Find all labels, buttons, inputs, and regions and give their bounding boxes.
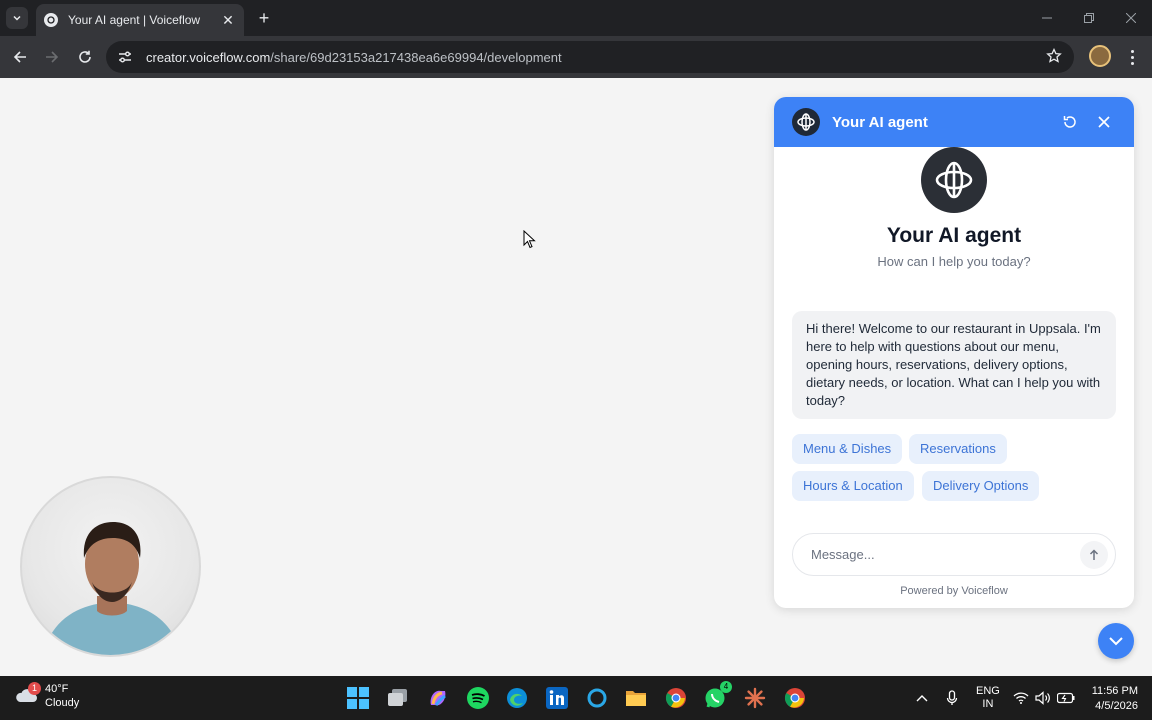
send-button[interactable] — [1080, 540, 1108, 569]
minimize-icon — [1042, 17, 1052, 19]
agent-logo-icon — [935, 161, 973, 199]
agent-name: Your AI agent — [886, 224, 1022, 247]
agent-avatar — [921, 147, 987, 213]
close-chat-button[interactable] — [1092, 110, 1116, 134]
url-host: creator.voiceflow.com — [146, 49, 271, 65]
new-tab-button[interactable]: + — [254, 8, 274, 28]
mouse-cursor-icon — [523, 230, 536, 249]
browser-tab[interactable]: Your AI agent | Voiceflow ✕ — [36, 4, 244, 36]
arrow-left-icon — [13, 51, 26, 63]
linkedin-icon[interactable] — [545, 686, 569, 710]
close-icon — [1098, 116, 1110, 128]
quick-reply-menu-dishes[interactable]: Menu & Dishes — [792, 434, 903, 464]
chrome-profile-icon[interactable] — [783, 686, 807, 710]
weather-temp: 40°F — [45, 683, 69, 695]
message-composer — [792, 533, 1116, 576]
url-text: creator.voiceflow.com/share/69d23153a217… — [146, 50, 562, 65]
microphone-icon[interactable] — [946, 676, 958, 720]
restart-chat-button[interactable] — [1058, 110, 1082, 134]
close-window-button[interactable] — [1110, 0, 1152, 36]
wifi-icon[interactable] — [1013, 676, 1029, 720]
tab-search-button[interactable] — [6, 7, 28, 29]
assistant-message-bubble: Hi there! Welcome to our restaurant in U… — [792, 311, 1116, 419]
browser-menu-icon[interactable] — [1125, 45, 1139, 69]
message-input[interactable] — [811, 547, 1080, 562]
agent-logo-icon — [792, 108, 820, 136]
show-hidden-icons[interactable] — [916, 676, 928, 720]
window-controls — [1026, 0, 1152, 36]
quick-reply-hours-location[interactable]: Hours & Location — [792, 471, 914, 501]
language-indicator[interactable]: ENG IN — [976, 676, 1000, 720]
address-bar[interactable]: creator.voiceflow.com/share/69d23153a217… — [106, 41, 1074, 73]
tab-title: Your AI agent | Voiceflow — [68, 13, 201, 27]
language-code: ENG — [976, 685, 1000, 697]
chat-launcher-button[interactable] — [1098, 623, 1134, 659]
arrow-up-icon — [1089, 548, 1099, 560]
chevron-up-icon — [916, 695, 928, 702]
cloud-icon: 1 — [14, 682, 41, 706]
arrow-right-icon — [46, 51, 59, 63]
reload-icon — [79, 50, 91, 63]
site-info-icon[interactable] — [116, 48, 134, 66]
bookmark-star-icon[interactable] — [1046, 47, 1064, 66]
battery-icon[interactable] — [1057, 676, 1075, 720]
reload-button[interactable] — [73, 45, 97, 69]
restore-icon — [1084, 13, 1094, 23]
windows-start-icon[interactable] — [346, 686, 370, 710]
webcam-feed — [20, 476, 201, 657]
spotify-icon[interactable] — [466, 686, 490, 710]
language-region: IN — [982, 698, 994, 710]
minimize-button[interactable] — [1026, 0, 1068, 36]
agent-subtitle: How can I help you today? — [877, 254, 1031, 269]
system-clock[interactable]: 11:56 PM 4/5/2026 — [1092, 684, 1138, 714]
whatsapp-badge: 4 — [720, 681, 732, 693]
quick-reply-reservations[interactable]: Reservations — [909, 434, 1007, 464]
quick-reply-delivery-options[interactable]: Delivery Options — [922, 471, 1040, 501]
whatsapp-icon[interactable]: 4 — [703, 681, 732, 710]
clock-time: 11:56 PM — [1091, 685, 1138, 697]
profile-avatar[interactable] — [1089, 45, 1111, 67]
chevron-down-icon — [13, 15, 21, 21]
back-button[interactable] — [8, 45, 32, 69]
refresh-icon — [1063, 116, 1076, 128]
chat-header-title: Your AI agent — [832, 113, 928, 131]
url-path: /share/69d23153a217438ea6e69994/developm… — [270, 49, 562, 65]
clock-date: 4/5/2026 — [1095, 700, 1138, 712]
presenter-video — [43, 522, 181, 655]
volume-icon[interactable] — [1035, 676, 1051, 720]
file-explorer-icon[interactable] — [624, 686, 648, 710]
chevron-down-icon — [1109, 637, 1123, 646]
cortana-icon[interactable] — [585, 686, 609, 710]
edge-icon[interactable] — [505, 686, 529, 710]
claude-icon[interactable] — [743, 686, 767, 710]
task-view-icon[interactable] — [386, 686, 410, 710]
weather-condition: Cloudy — [45, 697, 80, 709]
copilot-icon[interactable] — [426, 686, 450, 710]
powered-by-label: Powered by Voiceflow — [900, 585, 1008, 597]
forward-button[interactable] — [40, 45, 64, 69]
browser-toolbar: creator.voiceflow.com/share/69d23153a217… — [0, 36, 1152, 78]
weather-widget[interactable]: 1 40°F Cloudy — [14, 682, 79, 710]
tab-close-icon[interactable]: ✕ — [220, 12, 236, 29]
windows-taskbar: 1 40°F Cloudy 4 ENG IN 11:56 PM 4/5/2026 — [0, 676, 1152, 720]
chat-header: Your AI agent — [774, 97, 1134, 147]
weather-badge: 1 — [28, 682, 41, 695]
restore-button[interactable] — [1068, 0, 1110, 36]
close-icon — [1126, 13, 1136, 23]
browser-tab-bar: Your AI agent | Voiceflow ✕ + — [0, 0, 1152, 36]
voiceflow-favicon-icon — [44, 13, 58, 27]
chrome-icon[interactable] — [664, 686, 688, 710]
chat-widget: Your AI agent Your AI agent How can I he… — [774, 97, 1134, 608]
